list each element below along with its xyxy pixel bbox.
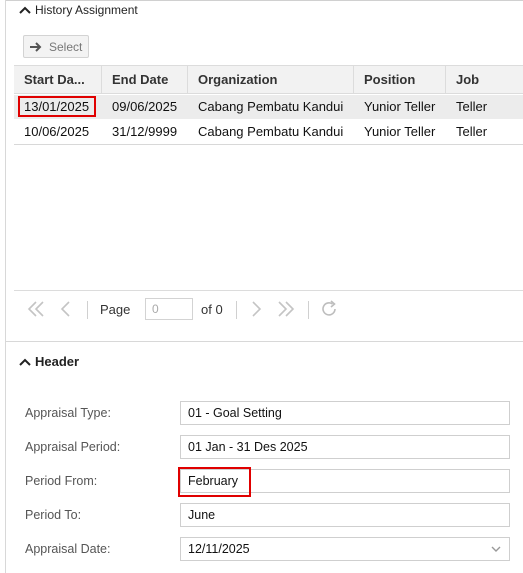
top-divider [5, 0, 523, 1]
last-page-icon[interactable] [276, 299, 296, 319]
table-row[interactable]: 13/01/2025 09/06/2025 Cabang Pembatu Kan… [14, 95, 523, 119]
section-divider [5, 341, 523, 342]
grid-pager: Page 0 of 0 [14, 290, 523, 329]
cell-job: Teller [456, 99, 488, 114]
pager-separator [236, 301, 237, 319]
chevron-up-icon[interactable] [18, 355, 32, 369]
pager-separator [87, 301, 88, 319]
appraisal-date-value: 12/11/2025 [188, 542, 250, 556]
page-count-label: of 0 [201, 302, 223, 317]
chevron-down-icon[interactable] [491, 546, 501, 553]
appraisal-period-label: Appraisal Period: [25, 440, 121, 454]
appraisal-date-field[interactable]: 12/11/2025 [180, 537, 510, 561]
cell-position: Yunior Teller [364, 99, 436, 114]
cell-organization: Cabang Pembatu Kandui [198, 124, 344, 139]
column-header-organization[interactable]: Organization [188, 66, 354, 93]
period-to-label: Period To: [25, 508, 82, 522]
table-row[interactable]: 10/06/2025 31/12/9999 Cabang Pembatu Kan… [14, 120, 523, 145]
history-section-title: History Assignment [35, 3, 138, 17]
history-grid-header: Start Da... End Date Organization Positi… [14, 65, 523, 94]
period-from-label: Period From: [25, 474, 98, 488]
select-button-label: Select [49, 39, 83, 54]
period-to-field[interactable]: June [180, 503, 510, 527]
highlight-box [18, 96, 96, 117]
appraisal-type-field[interactable]: 01 - Goal Setting [180, 401, 510, 425]
first-page-icon[interactable] [26, 299, 46, 319]
cell-organization: Cabang Pembatu Kandui [198, 99, 344, 114]
page-label: Page [100, 302, 131, 317]
pager-separator [308, 301, 309, 319]
appraisal-period-field[interactable]: 01 Jan - 31 Des 2025 [180, 435, 510, 459]
refresh-icon[interactable] [319, 299, 339, 319]
column-header-start-date[interactable]: Start Da... [14, 66, 102, 93]
cell-start-date: 10/06/2025 [24, 124, 90, 139]
cell-end-date: 31/12/9999 [112, 124, 178, 139]
column-header-position[interactable]: Position [354, 66, 446, 93]
header-section-header[interactable]: Header [18, 354, 79, 369]
chevron-up-icon[interactable] [18, 3, 32, 17]
next-page-icon[interactable] [248, 299, 264, 319]
header-section-title: Header [35, 354, 80, 369]
select-button[interactable]: Select [23, 35, 89, 58]
previous-page-icon[interactable] [58, 299, 74, 319]
highlight-box [178, 467, 251, 497]
panel-left-border [5, 0, 6, 573]
cell-position: Yunior Teller [364, 124, 436, 139]
page-input[interactable]: 0 [145, 298, 193, 320]
column-header-job[interactable]: Job [446, 66, 523, 93]
appraisal-date-label: Appraisal Date: [25, 542, 111, 556]
history-section-header[interactable]: History Assignment [18, 3, 138, 17]
cell-job: Teller [456, 124, 488, 139]
arrow-right-icon [30, 41, 42, 52]
appraisal-type-label: Appraisal Type: [25, 406, 111, 420]
column-header-end-date[interactable]: End Date [102, 66, 188, 93]
cell-end-date: 09/06/2025 [112, 99, 178, 114]
